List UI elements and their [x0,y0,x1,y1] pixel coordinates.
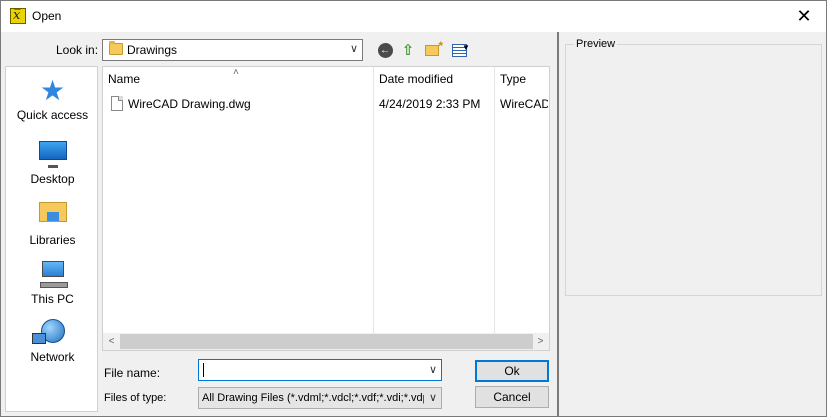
scroll-left-button[interactable]: < [103,333,120,350]
new-folder-icon [425,39,443,56]
back-button[interactable]: ← [375,40,395,60]
folder-icon [109,41,123,55]
close-button[interactable]: ✕ [782,1,826,32]
column-header-date-modified[interactable]: Date modified [374,67,494,91]
network-icon [38,319,68,347]
file-list[interactable]: Name ˄ Date modified Type WireCAD Drawin… [102,66,550,351]
place-label: Network [30,350,75,364]
chevron-left-icon: < [108,336,115,347]
computer-icon [38,261,68,289]
preview-label: Preview [574,38,618,50]
back-arrow-icon: ← [377,42,393,58]
file-type: WireCAD [500,97,548,111]
column-header-label: Date modified [379,72,454,86]
files-of-type-value: All Drawing Files (*.vdml;*.vdcl;*.vdf;*… [202,392,424,404]
chevron-down-icon[interactable]: ∨ [429,363,437,376]
title-bar: x̅ Open ✕ [1,1,826,32]
libraries-icon [38,202,68,230]
open-dialog: x̅ Open ✕ Look in: Drawings ∨ ← ⇧ ▼ ★ Qu… [0,0,827,417]
window-title: Open [32,9,62,23]
files-of-type-label: Files of type: [104,392,167,404]
place-desktop[interactable]: Desktop [6,137,99,186]
chevron-right-icon: > [537,336,544,347]
dropdown-arrow-icon: ▼ [462,43,470,52]
dialog-body: Look in: Drawings ∨ ← ⇧ ▼ ★ Quick access [1,32,826,416]
place-label: Quick access [16,108,89,122]
up-one-level-button[interactable]: ⇧ [398,40,418,60]
scroll-right-button[interactable]: > [532,333,549,350]
ok-button[interactable]: Ok [475,360,549,382]
column-header-type[interactable]: Type [495,67,549,91]
preview-area: Preview [565,38,822,296]
place-label: Desktop [30,172,75,186]
horizontal-scrollbar[interactable]: < > [103,333,549,350]
back-glyph: ← [380,44,390,56]
places-bar: ★ Quick access Desktop Libraries This PC… [5,66,98,412]
file-name-input[interactable]: ∨ [198,359,442,381]
place-libraries[interactable]: Libraries [6,197,99,247]
place-quick-access[interactable]: ★ Quick access [6,75,99,123]
cancel-button[interactable]: Cancel [475,386,549,408]
look-in-label: Look in: [56,43,99,57]
file-name: WireCAD Drawing.dwg [128,97,251,111]
desktop-icon [38,141,68,169]
files-of-type-combobox[interactable]: All Drawing Files (*.vdml;*.vdcl;*.vdf;*… [198,387,442,409]
place-label: This PC [31,292,74,306]
preview-panel: Preview [557,32,826,416]
star-icon: ★ [39,75,66,106]
chevron-down-icon[interactable]: ∨ [429,391,437,404]
close-icon: ✕ [796,6,812,26]
sort-ascending-icon: ˄ [233,67,239,78]
new-folder-button[interactable] [422,39,443,60]
file-date-modified: 4/24/2019 2:33 PM [379,97,481,111]
up-folder-icon: ⇧ [401,42,415,59]
column-header-label: Name [108,72,141,86]
chevron-down-icon[interactable]: ∨ [350,42,358,55]
file-row[interactable]: WireCAD Drawing.dwg 4/24/2019 2:33 PM Wi… [103,95,549,113]
column-header-name[interactable]: Name ˄ [103,67,373,91]
app-icon: x̅ [10,8,26,24]
file-name-label: File name: [104,366,161,380]
app-icon-glyph: x̅ [13,8,21,23]
text-caret [203,363,204,377]
place-label: Libraries [29,233,76,247]
look-in-combobox[interactable]: Drawings ∨ [102,39,363,61]
column-header-label: Type [500,72,527,86]
place-network[interactable]: Network [6,317,99,364]
file-icon [111,96,123,111]
view-menu-button[interactable]: ▼ [445,40,473,60]
look-in-value: Drawings [127,43,178,57]
scrollbar-thumb[interactable] [120,334,533,349]
place-this-pc[interactable]: This PC [6,257,99,306]
